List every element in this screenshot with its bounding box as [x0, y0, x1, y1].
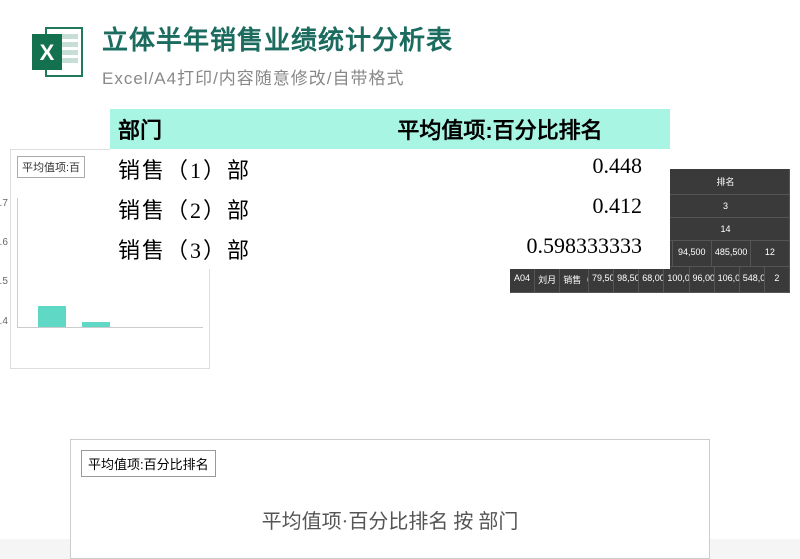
y-tick: 0.6 — [0, 237, 8, 248]
table-cell: A04 — [510, 267, 535, 292]
table-cell: 3 — [662, 195, 790, 217]
table-cell: 12 — [751, 241, 790, 266]
table-cell: 0.448 — [338, 153, 662, 185]
table-header: 部门 平均值项:百分比排名 — [110, 109, 670, 149]
preview-area: 平均值项:百 0.7 0.6 0.5 0.4 销售额 排名 5,500 3 1,… — [0, 109, 800, 539]
back-chart-title: 平均值项:百 — [17, 156, 85, 178]
bottom-sheet: 平均值项:百分比排名 平均值项·百分比排名 按 部门 — [70, 439, 710, 559]
table-header-cell: 部门 — [118, 113, 338, 145]
table-row: 销售（2）部 0.412 — [110, 189, 670, 229]
table-row: A04 刘月 销售（1）部 79,500 98,500 68,000 100,0… — [510, 267, 790, 293]
title-block: 立体半年销售业绩统计分析表 Excel/A4打印/内容随意修改/自带格式 — [102, 24, 770, 89]
table-row: 销售（1）部 0.448 — [110, 149, 670, 189]
table-cell: 98,500 — [614, 267, 639, 292]
table-cell: 销售（1）部 — [118, 153, 338, 185]
excel-icon: X — [30, 24, 86, 80]
bottom-sheet-text: 平均值项·百分比排名 按 部门 — [81, 505, 699, 534]
table-cell: 79,500 — [589, 267, 614, 292]
header: X 立体半年销售业绩统计分析表 Excel/A4打印/内容随意修改/自带格式 — [0, 0, 800, 109]
table-cell: 销售（3）部 — [118, 233, 338, 265]
svg-text:X: X — [40, 40, 55, 65]
chart-bar — [82, 322, 110, 327]
table-cell: 100,000 — [664, 267, 689, 292]
table-cell: 548,000 — [740, 267, 765, 292]
page-title: 立体半年销售业绩统计分析表 — [102, 24, 770, 58]
table-cell: 销售（1）部 — [560, 267, 589, 292]
table-cell: 68,000 — [639, 267, 664, 292]
table-cell: 销售（2）部 — [118, 193, 338, 225]
page-subtitle: Excel/A4打印/内容随意修改/自带格式 — [102, 64, 770, 89]
table-cell: 0.598333333 — [338, 233, 662, 265]
y-tick: 0.4 — [0, 316, 8, 327]
table-cell: 94,500 — [673, 241, 712, 266]
y-tick: 0.5 — [0, 276, 8, 287]
table-header-cell: 排名 — [662, 169, 790, 194]
chart-bar — [38, 306, 66, 327]
table-cell: 2 — [765, 267, 790, 292]
table-header-cell: 平均值项:百分比排名 — [338, 113, 662, 145]
table-cell: 刘月 — [535, 267, 560, 292]
y-tick: 0.7 — [0, 198, 8, 209]
table-cell: 14 — [662, 218, 790, 240]
bottom-sheet-label: 平均值项:百分比排名 — [81, 450, 216, 477]
table-cell: 96,000 — [690, 267, 715, 292]
table-cell: 106,000 — [715, 267, 740, 292]
main-summary-table: 部门 平均值项:百分比排名 销售（1）部 0.448 销售（2）部 0.412 … — [110, 109, 670, 269]
table-row: 销售（3）部 0.598333333 — [110, 229, 670, 269]
table-cell: 485,500 — [712, 241, 751, 266]
chart-y-axis: 0.7 0.6 0.5 0.4 — [0, 198, 8, 327]
table-cell: 0.412 — [338, 193, 662, 225]
